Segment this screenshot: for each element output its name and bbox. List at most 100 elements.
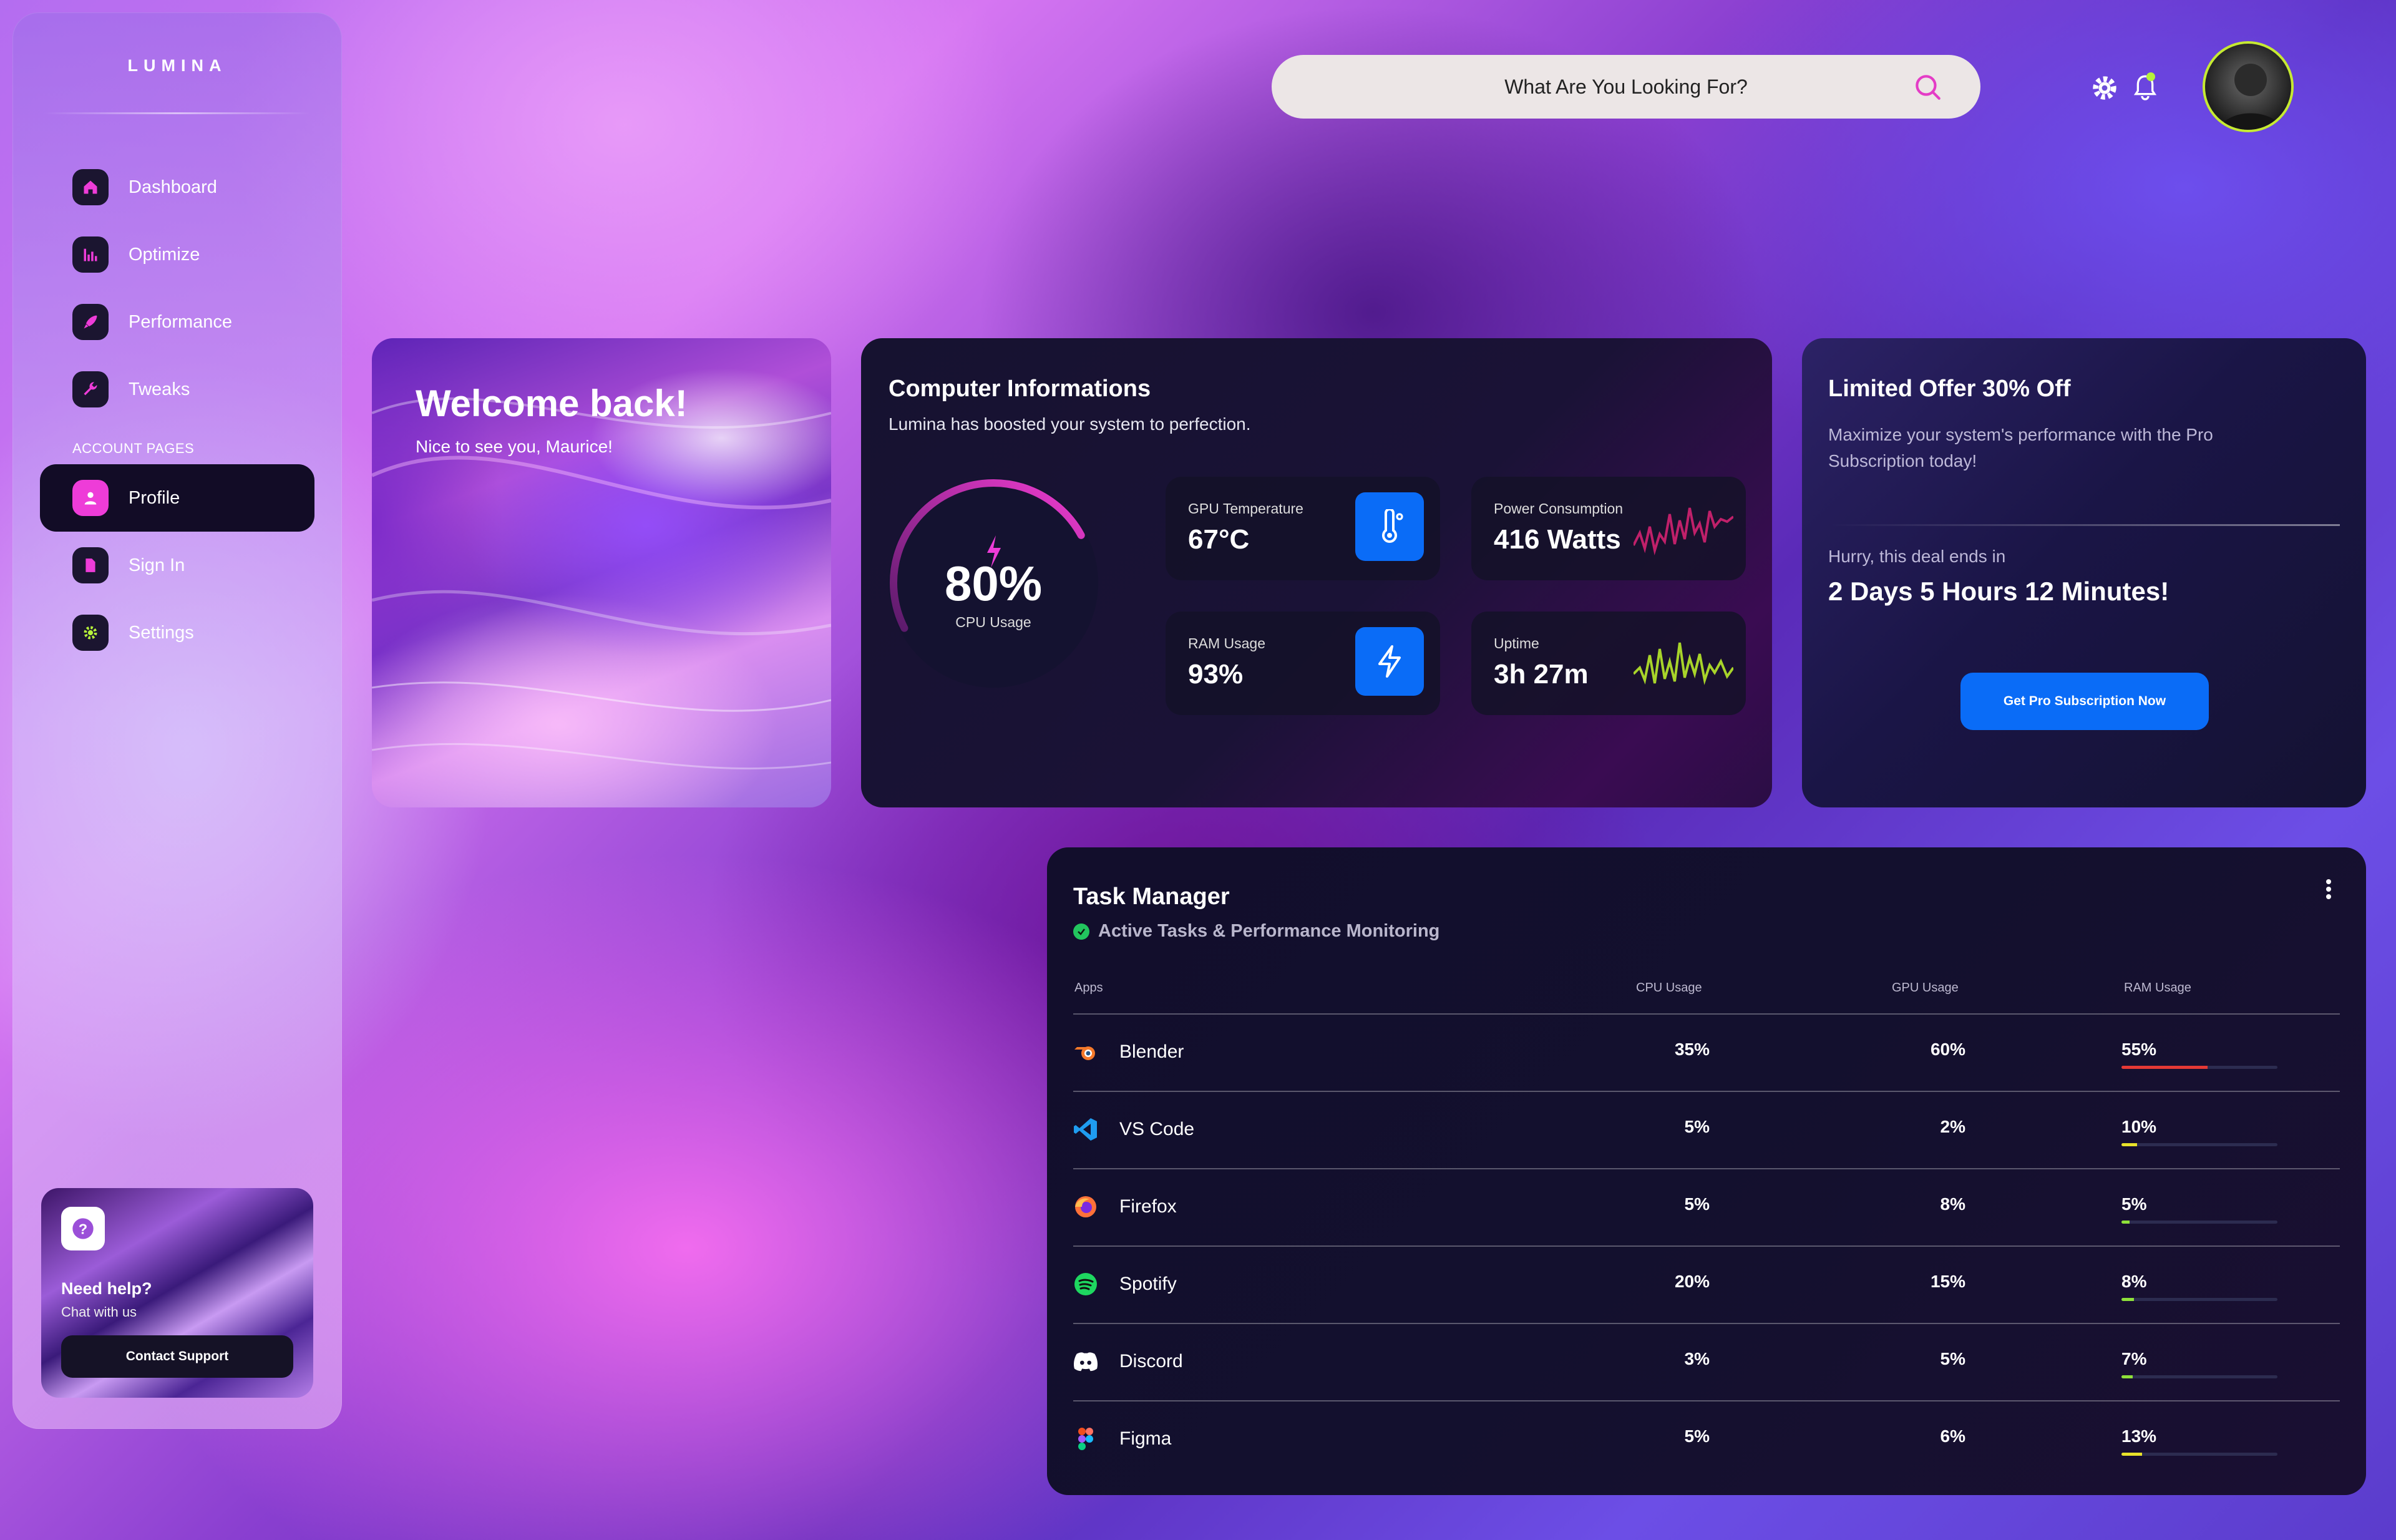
notification-dot [2146, 72, 2155, 81]
ram-usage-bar [2121, 1375, 2277, 1378]
section-label: ACCOUNT PAGES [72, 441, 195, 456]
app-name: Blender [1119, 1041, 1184, 1062]
app-name: Discord [1119, 1351, 1183, 1372]
column-header-apps: Apps [1074, 981, 1103, 995]
document-icon [72, 547, 109, 583]
search-input[interactable]: What Are You Looking For? [1504, 76, 1748, 99]
sidebar: LUMINA Dashboard Optimize Performance Tw… [12, 12, 342, 1429]
avatar[interactable] [2203, 41, 2294, 132]
ram-usage-fill [2121, 1143, 2137, 1146]
ram-usage-cell: 13% [2121, 1426, 2157, 1446]
stat-ram-usage: RAM Usage 93% [1166, 612, 1440, 715]
stat-label: Power Consumption [1494, 500, 1624, 517]
table-row[interactable]: Firefox 5% 8% 5% [1073, 1169, 2340, 1247]
card-subtitle: Lumina has boosted your system to perfec… [889, 414, 1251, 434]
cpu-value: 80% [944, 556, 1043, 611]
app-name: VS Code [1119, 1119, 1195, 1139]
waveform-chart-icon [1634, 507, 1733, 555]
app-name: Firefox [1119, 1196, 1177, 1217]
more-options-icon[interactable] [2325, 879, 2332, 900]
firefox-icon [1073, 1194, 1098, 1219]
cpu-gauge: 80% CPU Usage [886, 475, 1101, 690]
stat-power-consumption: Power Consumption 416 Watts [1471, 477, 1746, 580]
stat-value: 93% [1188, 659, 1244, 690]
sidebar-item-performance[interactable]: Performance [40, 288, 314, 356]
sidebar-item-profile[interactable]: Profile [40, 464, 314, 532]
column-header-ram: RAM Usage [2124, 981, 2191, 995]
offer-hurry: Hurry, this deal ends in [1828, 547, 2006, 566]
blender-icon [1073, 1040, 1098, 1065]
gpu-usage-cell: 8% [1940, 1194, 1965, 1214]
task-subtitle: Active Tasks & Performance Monitoring [1073, 921, 1439, 942]
table-row[interactable]: Spotify 20% 15% 8% [1073, 1247, 2340, 1324]
ram-usage-fill [2121, 1375, 2133, 1378]
stat-gpu-temperature: GPU Temperature 67°C [1166, 477, 1440, 580]
lightning-icon [1355, 627, 1424, 696]
stat-value: 67°C [1188, 524, 1250, 555]
ram-usage-cell: 10% [2121, 1117, 2157, 1136]
cpu-label: CPU Usage [955, 614, 1031, 630]
search-bar[interactable]: What Are You Looking For? [1272, 55, 1980, 119]
sidebar-item-label: Profile [129, 487, 180, 508]
gpu-usage-cell: 15% [1930, 1272, 1965, 1291]
app-logo: LUMINA [127, 56, 227, 75]
offer-title: Limited Offer 30% Off [1828, 376, 2071, 402]
app-cell: VS Code [1073, 1117, 1194, 1142]
gpu-usage-cell: 2% [1940, 1117, 1965, 1136]
table-row[interactable]: VS Code 5% 2% 10% [1073, 1092, 2340, 1169]
sidebar-item-settings[interactable]: Settings [40, 599, 314, 666]
gpu-usage-cell: 5% [1940, 1349, 1965, 1368]
search-icon[interactable] [1912, 71, 1943, 102]
sidebar-item-sign-in[interactable]: Sign In [40, 532, 314, 599]
ram-usage-fill [2121, 1453, 2142, 1456]
cpu-usage-cell: 20% [1674, 1272, 1710, 1291]
stat-uptime: Uptime 3h 27m [1471, 612, 1746, 715]
sidebar-item-optimize[interactable]: Optimize [40, 221, 314, 288]
card-title: Computer Informations [889, 376, 1151, 402]
thermometer-icon [1355, 492, 1424, 561]
sidebar-item-label: Performance [129, 311, 233, 332]
home-icon [72, 169, 109, 205]
task-subtitle-text: Active Tasks & Performance Monitoring [1098, 921, 1440, 941]
help-title: Need help? [61, 1279, 152, 1298]
bar-chart-icon [72, 236, 109, 273]
welcome-title: Welcome back! [416, 383, 688, 424]
ram-usage-bar [2121, 1143, 2277, 1146]
discord-icon [1073, 1349, 1098, 1374]
table-row[interactable]: Figma 5% 6% 13% [1073, 1401, 2340, 1479]
sidebar-item-label: Dashboard [129, 177, 217, 197]
get-pro-button[interactable]: Get Pro Subscription Now [1960, 673, 2209, 730]
table-row[interactable]: Discord 3% 5% 7% [1073, 1324, 2340, 1401]
column-header-gpu: GPU Usage [1892, 981, 1959, 995]
divider [44, 112, 311, 114]
check-circle-icon [1073, 923, 1089, 940]
task-manager-card: Task Manager Active Tasks & Performance … [1047, 847, 2366, 1495]
app-cell: Figma [1073, 1426, 1171, 1451]
cpu-usage-cell: 35% [1674, 1040, 1710, 1059]
sidebar-item-dashboard[interactable]: Dashboard [40, 154, 314, 221]
vscode-icon [1073, 1117, 1098, 1142]
stat-value: 416 Watts [1494, 524, 1621, 555]
limited-offer-card: Limited Offer 30% Off Maximize your syst… [1802, 338, 2366, 807]
ram-usage-cell: 7% [2121, 1349, 2147, 1368]
divider [1828, 524, 2340, 526]
gear-icon[interactable] [2090, 74, 2119, 102]
ram-usage-fill [2121, 1298, 2134, 1301]
ram-usage-fill [2121, 1066, 2208, 1069]
table-row[interactable]: Blender 35% 60% 55% [1073, 1015, 2340, 1092]
contact-support-button[interactable]: Contact Support [61, 1335, 293, 1378]
stat-value: 3h 27m [1494, 659, 1589, 690]
figma-icon [1073, 1426, 1098, 1451]
offer-countdown: 2 Days 5 Hours 12 Minutes! [1828, 577, 2170, 606]
stat-label: RAM Usage [1188, 635, 1265, 651]
sidebar-item-tweaks[interactable]: Tweaks [40, 356, 314, 423]
svg-text:?: ? [79, 1221, 87, 1237]
gpu-usage-cell: 6% [1940, 1426, 1965, 1446]
stat-label: Uptime [1494, 635, 1539, 651]
cpu-usage-cell: 5% [1684, 1117, 1710, 1136]
gear-icon [72, 615, 109, 651]
column-header-cpu: CPU Usage [1636, 981, 1702, 995]
sidebar-item-label: Tweaks [129, 379, 190, 399]
app-name: Figma [1119, 1428, 1172, 1449]
app-cell: Spotify [1073, 1272, 1177, 1297]
